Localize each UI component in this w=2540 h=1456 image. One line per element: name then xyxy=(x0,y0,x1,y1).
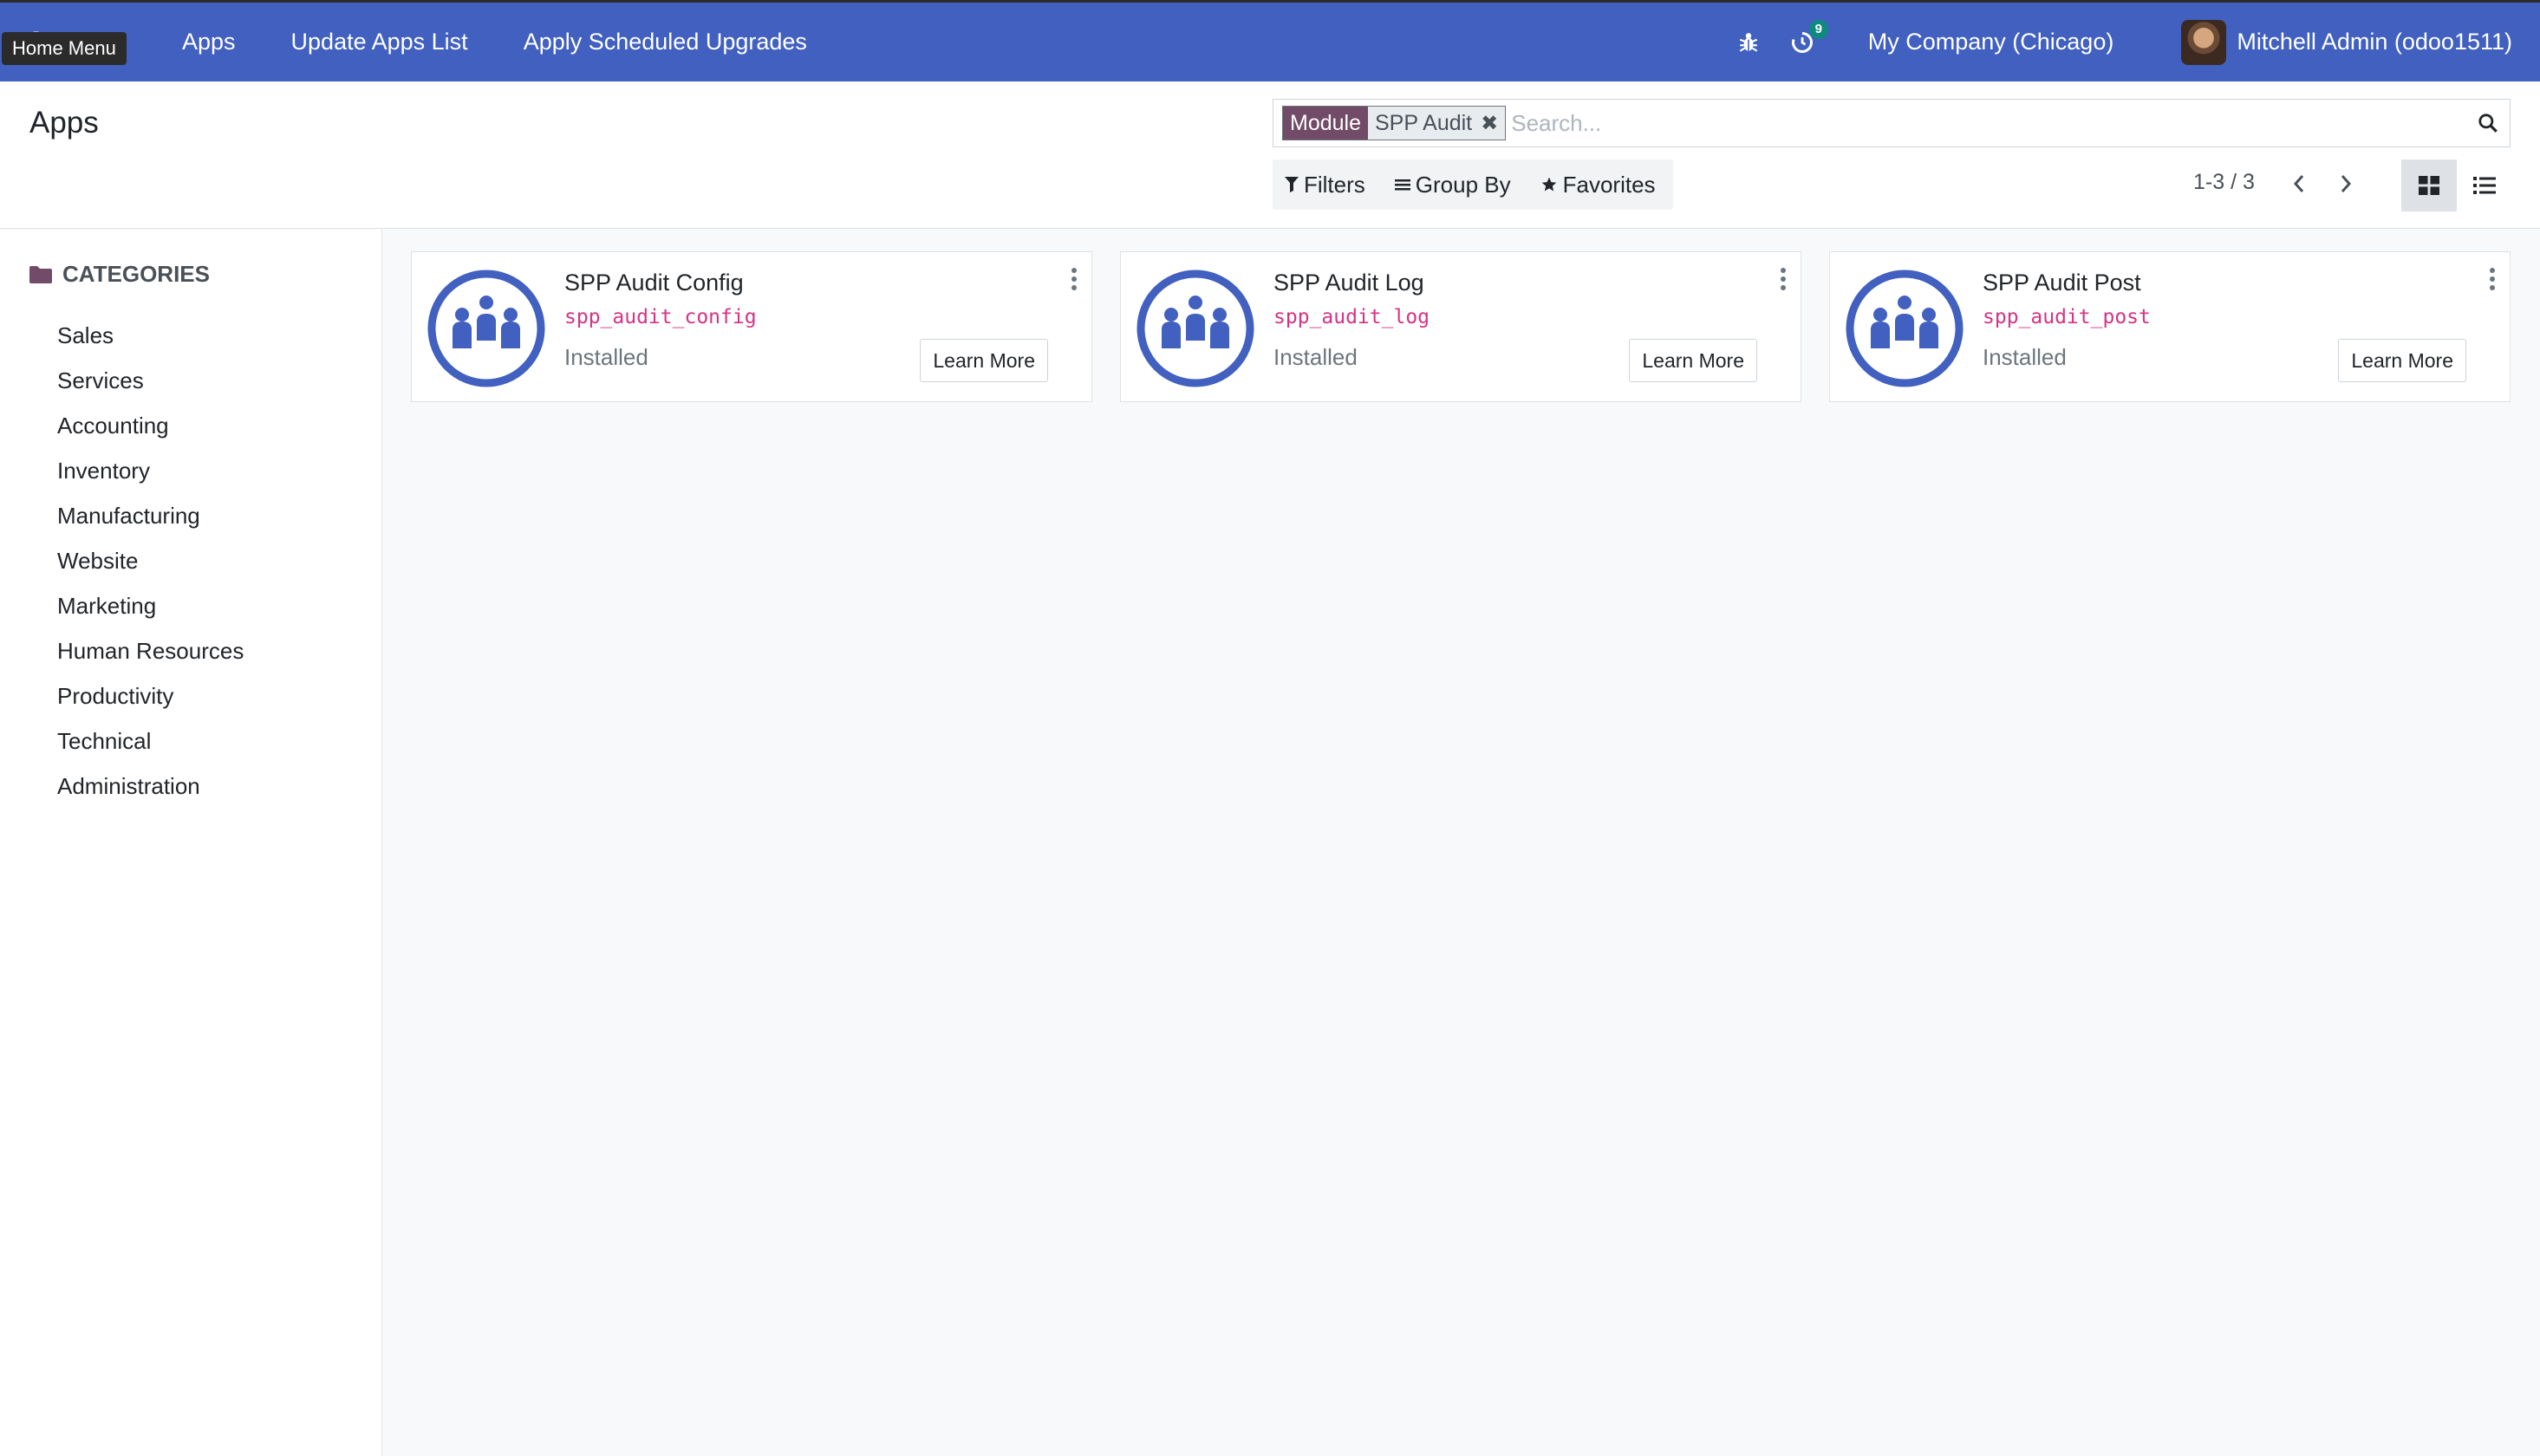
user-name: Mitchell Admin (odoo1511) xyxy=(2237,29,2512,55)
pager-value[interactable]: 1-3 / 3 xyxy=(2193,170,2255,195)
learn-more-button[interactable]: Learn More xyxy=(1629,339,1757,382)
module-technical-name: spp_audit_config xyxy=(564,306,757,328)
navbar-left: Apps Home Menu Apps Update Apps List App… xyxy=(0,3,863,81)
categories-list: Sales Services Accounting Inventory Manu… xyxy=(57,313,244,809)
user-menu[interactable]: Mitchell Admin (odoo1511) xyxy=(2181,19,2512,65)
filters-label: Filters xyxy=(1304,171,1365,198)
category-technical[interactable]: Technical xyxy=(57,718,244,764)
favorites-button[interactable]: Favorites xyxy=(1540,172,1656,198)
menu-apply-scheduled-upgrades[interactable]: Apply Scheduled Upgrades xyxy=(524,29,807,55)
card-menu-icon[interactable] xyxy=(1069,266,1079,292)
categories-sidebar: CATEGORIES Sales Services Accounting Inv… xyxy=(0,230,382,1456)
home-menu-toggle[interactable]: Apps Home Menu xyxy=(0,3,182,81)
module-name: SPP Audit Log xyxy=(1273,270,1424,296)
module-name: SPP Audit Config xyxy=(564,270,744,296)
search-facet-label: Module xyxy=(1283,107,1368,140)
filters-button[interactable]: Filters xyxy=(1285,172,1365,198)
view-switcher xyxy=(2401,159,2512,211)
category-inventory[interactable]: Inventory xyxy=(57,448,244,493)
search-icon[interactable] xyxy=(2466,101,2510,145)
category-services[interactable]: Services xyxy=(57,358,244,403)
kanban-view-icon[interactable] xyxy=(2401,159,2457,211)
group-by-button[interactable]: Group By xyxy=(1394,171,1511,198)
category-marketing[interactable]: Marketing xyxy=(57,583,244,628)
control-panel: Apps Module SPP Audit ✖ Filters Group By… xyxy=(0,81,2540,229)
people-group-icon xyxy=(427,270,545,387)
category-manufacturing[interactable]: Manufacturing xyxy=(57,493,244,538)
learn-more-button[interactable]: Learn More xyxy=(2338,339,2466,382)
favorites-label: Favorites xyxy=(1562,171,1656,198)
facet-remove-icon[interactable]: ✖ xyxy=(1479,107,1506,140)
search-facet: Module SPP Audit ✖ xyxy=(1282,106,1507,140)
categories-header: CATEGORIES xyxy=(29,261,210,288)
search-bar: Module SPP Audit ✖ xyxy=(1273,99,2511,147)
category-accounting[interactable]: Accounting xyxy=(57,403,244,448)
debug-bug-icon[interactable] xyxy=(1731,25,1766,60)
bars-icon xyxy=(1394,179,1410,191)
category-website[interactable]: Website xyxy=(57,538,244,583)
category-administration[interactable]: Administration xyxy=(57,764,244,809)
star-icon xyxy=(1541,177,1556,192)
top-navbar: Apps Home Menu Apps Update Apps List App… xyxy=(0,0,2540,81)
search-facet-value: SPP Audit xyxy=(1368,107,1480,140)
people-group-icon xyxy=(1846,270,1964,387)
avatar xyxy=(2181,19,2227,65)
company-switcher[interactable]: My Company (Chicago) xyxy=(1868,29,2114,55)
navbar-right: 9 My Company (Chicago) Mitchell Admin (o… xyxy=(1731,3,2540,81)
module-status: Installed xyxy=(564,344,648,370)
category-human-resources[interactable]: Human Resources xyxy=(57,628,244,673)
folder-icon xyxy=(29,265,52,283)
menu-update-apps-list[interactable]: Update Apps List xyxy=(291,29,468,55)
module-card[interactable]: SPP Audit Log spp_audit_log Installed Le… xyxy=(1120,251,1801,402)
category-sales[interactable]: Sales xyxy=(57,313,244,358)
menu-apps[interactable]: Apps xyxy=(182,29,236,55)
search-options-bar: Filters Group By Favorites xyxy=(1273,159,1673,210)
category-productivity[interactable]: Productivity xyxy=(57,673,244,718)
learn-more-button[interactable]: Learn More xyxy=(920,339,1048,382)
module-status: Installed xyxy=(1983,344,2067,370)
page-title: Apps xyxy=(29,106,99,140)
module-card[interactable]: SPP Audit Config spp_audit_config Instal… xyxy=(411,251,1092,402)
pager-previous-icon[interactable] xyxy=(2282,166,2316,201)
list-view-icon[interactable] xyxy=(2457,159,2512,211)
module-card[interactable]: SPP Audit Post spp_audit_post Installed … xyxy=(1829,251,2511,402)
activity-clock-icon[interactable]: 9 xyxy=(1785,19,1828,60)
group-by-label: Group By xyxy=(1415,171,1511,198)
module-technical-name: spp_audit_post xyxy=(1983,306,2151,328)
activity-count-badge: 9 xyxy=(1808,19,1828,39)
card-menu-icon[interactable] xyxy=(1778,266,1788,292)
categories-title: CATEGORIES xyxy=(62,261,210,287)
module-status: Installed xyxy=(1273,344,1358,370)
card-menu-icon[interactable] xyxy=(2487,266,2498,292)
pager-next-icon[interactable] xyxy=(2328,166,2363,201)
module-name: SPP Audit Post xyxy=(1983,270,2141,296)
people-group-icon xyxy=(1136,270,1254,387)
module-technical-name: spp_audit_log xyxy=(1273,306,1430,328)
filter-icon xyxy=(1285,177,1299,192)
search-input[interactable] xyxy=(1511,109,2466,137)
home-menu-tooltip: Home Menu xyxy=(2,32,127,65)
